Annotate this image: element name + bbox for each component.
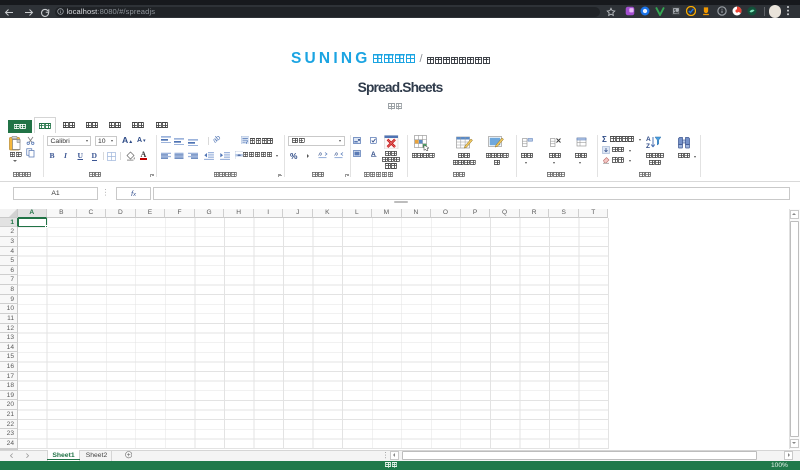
svg-text:Z: Z <box>646 143 650 150</box>
svg-text:A: A <box>646 136 651 143</box>
svg-text:.0: .0 <box>334 152 338 157</box>
svg-text:.0: .0 <box>318 152 322 157</box>
